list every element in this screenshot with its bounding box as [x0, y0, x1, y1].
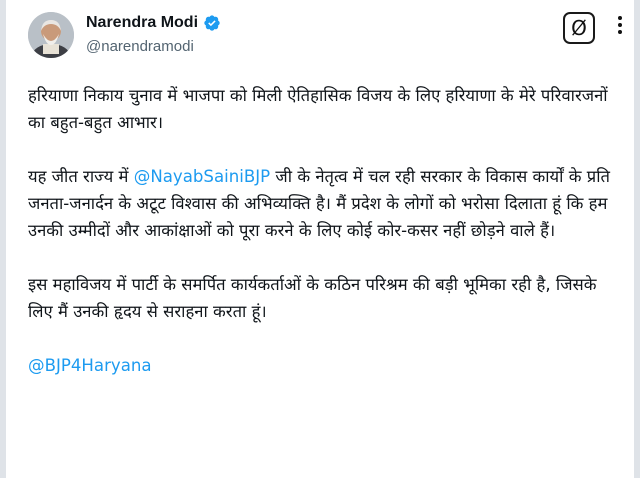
author-handle[interactable]: @narendramodi [86, 38, 194, 55]
right-border [634, 0, 640, 478]
grok-button[interactable]: Ø [563, 12, 595, 44]
avatar[interactable] [28, 12, 74, 58]
author-name[interactable]: Narendra Modi [86, 14, 198, 32]
more-dot-icon [618, 16, 622, 20]
paragraph-4: @BJP4Haryana [28, 352, 624, 379]
paragraph-2: यह जीत राज्य में @NayabSainiBJP जी के ने… [28, 163, 624, 244]
paragraph-1: हरियाणा निकाय चुनाव में भाजपा को मिली ऐत… [28, 86, 608, 132]
post-card: Narendra Modi @narendramodi Ø हरियाणा नि… [6, 0, 634, 478]
more-dot-icon [618, 30, 622, 34]
post-header: Narendra Modi @narendramodi Ø [28, 6, 628, 66]
paragraph-3: इस महाविजय में पार्टी के समर्पित कार्यकर… [28, 275, 597, 321]
post-text: हरियाणा निकाय चुनाव में भाजपा को मिली ऐत… [28, 82, 624, 379]
mention-link-bjp4haryana[interactable]: @BJP4Haryana [28, 356, 152, 375]
paragraph-2-lead: यह जीत राज्य में [28, 167, 134, 186]
slashed-circle-icon: Ø [571, 16, 587, 40]
more-dot-icon [618, 23, 622, 27]
verified-badge-icon [204, 15, 220, 31]
mention-link-nayabsainibjp[interactable]: @NayabSainiBJP [134, 167, 270, 186]
more-options-button[interactable] [610, 10, 630, 40]
